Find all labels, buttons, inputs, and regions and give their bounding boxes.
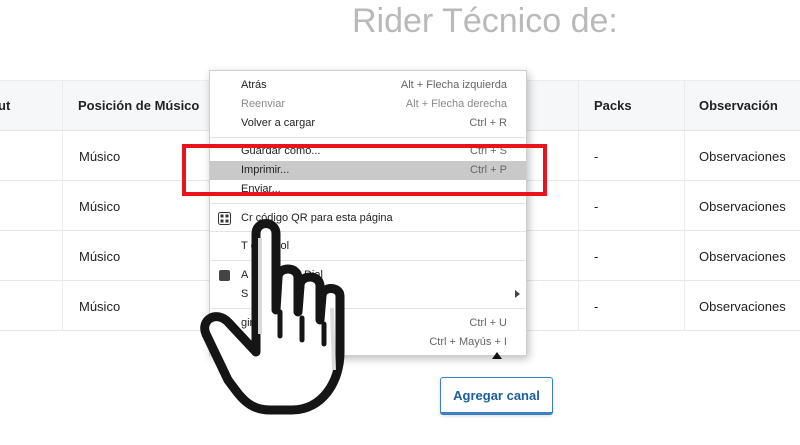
column-divider xyxy=(684,81,685,130)
menu-item-label: Atrás xyxy=(241,79,267,91)
menu-item-label: Reenviar xyxy=(241,98,286,110)
column-divider xyxy=(62,81,63,130)
cell-packs: - xyxy=(594,199,599,214)
menu-item-back[interactable]: Atrás Alt + Flecha izquierda xyxy=(210,76,526,95)
column-divider xyxy=(62,231,63,280)
menu-item-shortcut: Alt + Flecha derecha xyxy=(405,98,507,110)
cell-position: Músico xyxy=(79,199,121,214)
menu-item-shortcut: Ctrl + Mayús + I xyxy=(429,336,507,348)
menu-item-forward[interactable]: Reenviar Alt + Flecha derecha xyxy=(210,95,526,114)
add-channel-button[interactable]: Agregar canal xyxy=(440,377,553,415)
column-divider xyxy=(684,231,685,280)
cell-observation[interactable]: Observaciones xyxy=(699,149,786,164)
cell-position: Músico xyxy=(79,249,121,264)
cell-observation[interactable]: Observaciones xyxy=(699,199,786,214)
column-divider xyxy=(62,281,63,330)
cell-packs: - xyxy=(594,249,599,264)
menu-item-shortcut: Ctrl + R xyxy=(469,117,507,129)
pointing-hand-cursor-icon xyxy=(200,219,345,415)
column-header-output[interactable]: ut xyxy=(0,98,10,113)
column-divider xyxy=(684,131,685,180)
menu-item-reload[interactable]: Volver a cargar Ctrl + R xyxy=(210,114,526,133)
menu-anchor-arrow-icon xyxy=(492,352,502,359)
highlight-box xyxy=(182,144,547,196)
cell-observation[interactable]: Observaciones xyxy=(699,299,786,314)
column-divider xyxy=(684,181,685,230)
column-divider xyxy=(62,131,63,180)
column-divider xyxy=(578,231,579,280)
column-divider xyxy=(578,181,579,230)
column-header-packs[interactable]: Packs xyxy=(594,98,632,113)
cell-position: Músico xyxy=(79,299,121,314)
column-divider xyxy=(578,131,579,180)
column-divider xyxy=(578,281,579,330)
menu-separator xyxy=(210,203,526,204)
column-header-position[interactable]: Posición de Músico xyxy=(78,98,199,113)
cell-position: Músico xyxy=(79,149,121,164)
submenu-arrow-icon xyxy=(515,290,520,298)
cell-packs: - xyxy=(594,149,599,164)
column-divider xyxy=(62,181,63,230)
menu-separator xyxy=(210,137,526,138)
cell-observation[interactable]: Observaciones xyxy=(699,249,786,264)
menu-item-label: Volver a cargar xyxy=(241,117,315,129)
menu-item-shortcut: Ctrl + U xyxy=(469,317,507,329)
column-header-observation[interactable]: Observación xyxy=(699,98,778,113)
column-divider xyxy=(684,281,685,330)
menu-item-shortcut: Alt + Flecha izquierda xyxy=(400,79,507,91)
cell-packs: - xyxy=(594,299,599,314)
column-divider xyxy=(578,81,579,130)
page-title: Rider Técnico de: xyxy=(352,2,618,40)
